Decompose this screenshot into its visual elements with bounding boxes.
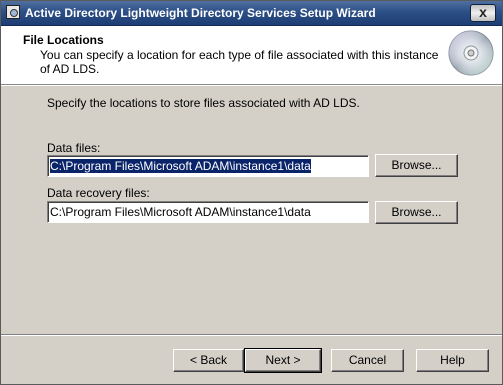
browse-recovery-files-button[interactable]: Browse... xyxy=(375,201,458,224)
intro-text: Specify the locations to store files ass… xyxy=(47,96,360,110)
title-bar[interactable]: Active Directory Lightweight Directory S… xyxy=(1,1,502,26)
recovery-files-field[interactable]: C:\Program Files\Microsoft ADAM\instance… xyxy=(47,201,369,223)
data-files-field[interactable]: C:\Program Files\Microsoft ADAM\instance… xyxy=(47,155,369,177)
next-button[interactable]: Next > xyxy=(244,348,322,373)
footer-divider xyxy=(1,334,502,336)
recovery-files-value: C:\Program Files\Microsoft ADAM\instance… xyxy=(50,205,311,219)
setup-wizard-window: Active Directory Lightweight Directory S… xyxy=(0,0,503,385)
back-button[interactable]: < Back xyxy=(173,349,244,372)
cd-disc-icon xyxy=(448,30,494,76)
browse-data-files-button[interactable]: Browse... xyxy=(375,154,458,177)
cancel-button[interactable]: Cancel xyxy=(331,349,404,372)
setup-app-icon xyxy=(6,5,20,19)
page-description: You can specify a location for each type… xyxy=(40,48,439,76)
header-divider xyxy=(1,85,502,86)
recovery-files-label: Data recovery files: xyxy=(47,186,150,200)
wizard-header: File Locations You can specify a locatio… xyxy=(1,26,502,85)
data-files-value: C:\Program Files\Microsoft ADAM\instance… xyxy=(50,159,311,173)
close-button[interactable]: x xyxy=(470,4,496,22)
data-files-label: Data files: xyxy=(47,141,101,155)
page-title: File Locations xyxy=(23,33,104,47)
help-button[interactable]: Help xyxy=(416,349,489,372)
window-title: Active Directory Lightweight Directory S… xyxy=(25,6,376,20)
